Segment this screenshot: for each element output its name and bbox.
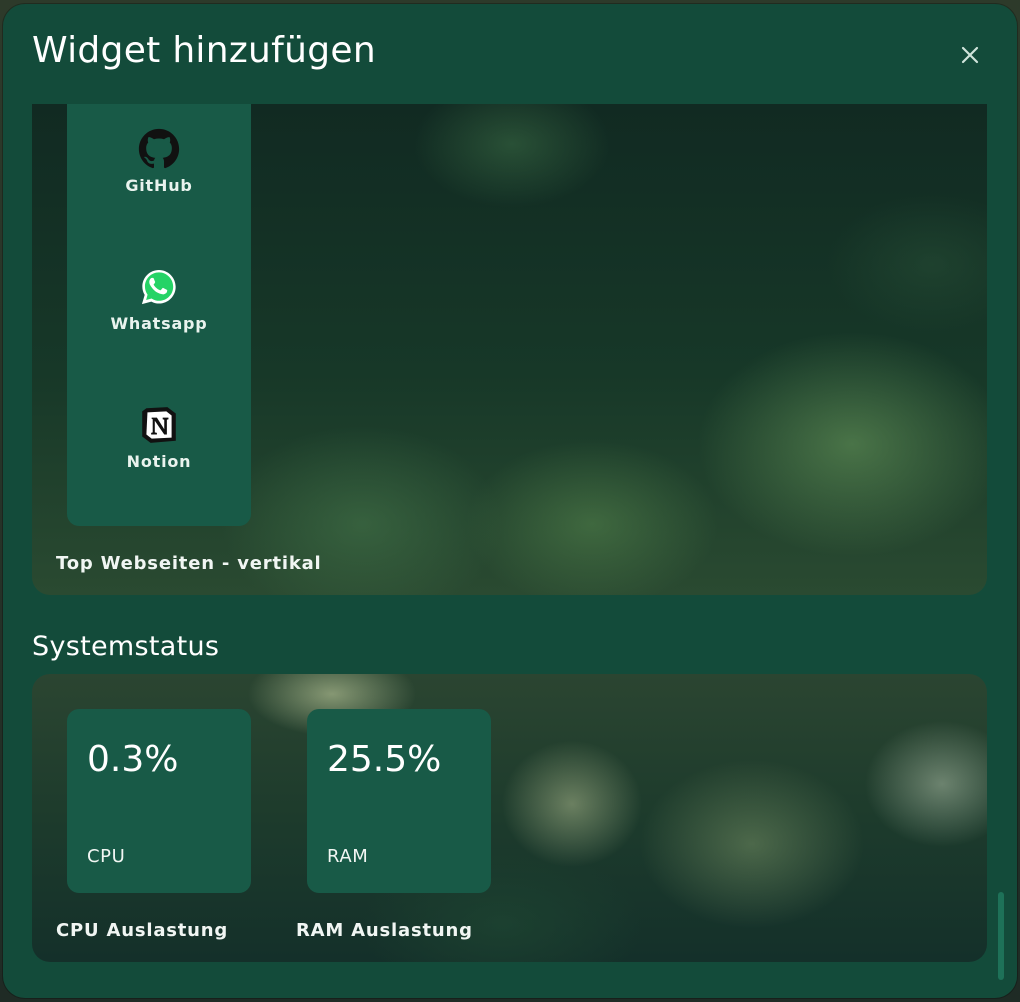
cpu-label: CPU [87,846,126,867]
website-list: GitHub Whatsapp Notion [67,104,251,526]
website-label: GitHub [125,176,193,195]
website-item-github[interactable]: GitHub [67,128,251,195]
widget-caption: Top Webseiten - vertikal [56,553,322,574]
github-icon [138,128,180,170]
close-button[interactable] [955,40,985,70]
website-item-notion[interactable]: Notion [67,404,251,471]
cpu-value: 0.3% [87,739,179,780]
section-heading-systemstatus: Systemstatus [32,631,220,662]
close-icon [961,46,979,64]
ram-tile: 25.5% RAM [307,709,491,893]
dialog-scrollbar[interactable] [996,104,1006,984]
website-label: Notion [126,452,192,471]
whatsapp-icon [138,266,180,308]
website-label: Whatsapp [110,314,208,333]
widget-preview-top-websites-vertical[interactable]: GitHub Whatsapp Notion Top Webseiten - v… [32,104,987,595]
website-item-whatsapp[interactable]: Whatsapp [67,266,251,333]
scrollbar-thumb[interactable] [998,892,1004,980]
cpu-tile: 0.3% CPU [67,709,251,893]
add-widget-dialog: Widget hinzufügen GitHub Whatsapp Notion… [3,4,1017,998]
ram-value: 25.5% [327,739,442,780]
ram-caption: RAM Auslastung [296,920,473,941]
dialog-title: Widget hinzufügen [32,30,376,71]
ram-label: RAM [327,846,369,867]
notion-icon [138,404,180,446]
widget-preview-systemstatus[interactable]: 0.3% CPU CPU Auslastung 25.5% RAM RAM Au… [32,674,987,962]
cpu-caption: CPU Auslastung [56,920,229,941]
